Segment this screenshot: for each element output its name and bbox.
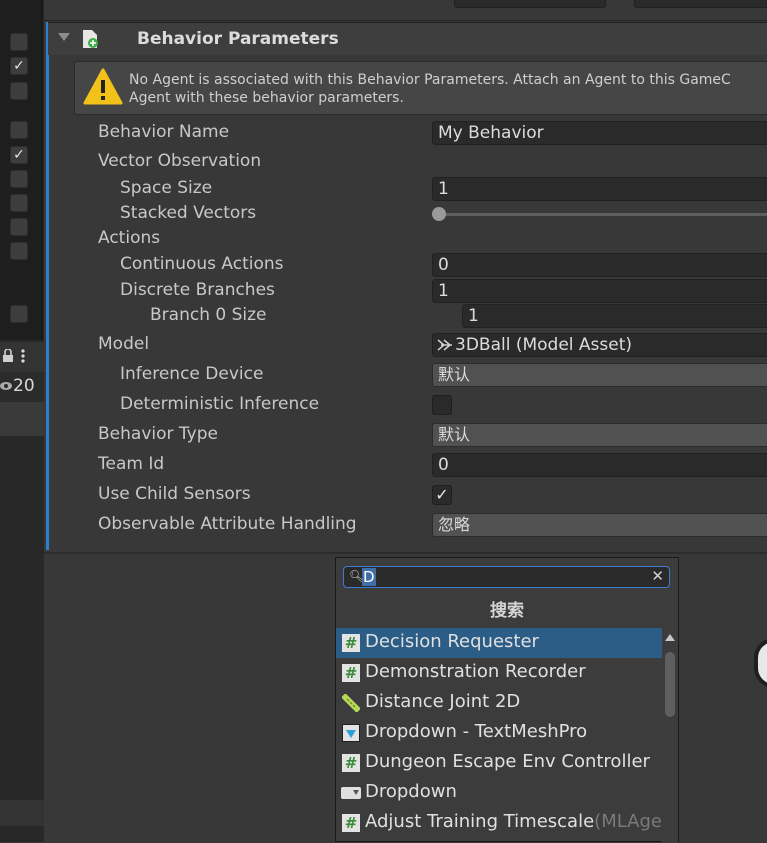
team-id-label: Team Id [98, 454, 165, 474]
model-label: Model [98, 334, 150, 354]
list-item-label: Dungeon Escape Env Controller [365, 751, 650, 772]
stacked-vectors-slider-thumb[interactable] [432, 207, 446, 221]
list-item[interactable]: # Adjust Training Timescale(MLAge [336, 808, 662, 838]
clear-search-icon[interactable]: ✕ [651, 567, 664, 585]
vector-observation-label[interactable]: Vector Observation [98, 151, 261, 171]
script-icon: # [342, 664, 360, 682]
visibility-row: 20 [0, 372, 44, 402]
inference-device-dropdown[interactable]: 默认 [432, 363, 767, 387]
inference-device-label: Inference Device [120, 364, 264, 384]
hierarchy-list: ✓ ✓ [0, 0, 43, 340]
script-icon: # [342, 814, 360, 832]
lock-icon[interactable] [2, 349, 14, 363]
branch0-size-field[interactable]: 1 [462, 304, 767, 328]
warning-icon [83, 68, 123, 105]
list-item-label: Dropdown - TextMeshPro [365, 721, 588, 742]
list-item[interactable]: # Dungeon Escape Env Controller [336, 748, 662, 778]
behavior-name-field[interactable]: My Behavior [432, 121, 767, 145]
row-checkbox[interactable] [10, 218, 28, 236]
branch0-size-label: Branch 0 Size [150, 305, 267, 325]
scroll-up-arrow-icon[interactable] [665, 634, 675, 641]
row-checkbox[interactable] [10, 170, 28, 188]
component-title: Behavior Parameters [137, 29, 339, 49]
use-child-sensors-label: Use Child Sensors [98, 484, 251, 504]
tmp-dropdown-icon [342, 724, 360, 742]
team-id-field[interactable]: 0 [432, 453, 767, 477]
row-checkbox[interactable] [10, 242, 28, 260]
deterministic-inference-label: Deterministic Inference [120, 394, 320, 414]
list-item-label: Demonstration Recorder [365, 661, 586, 682]
warning-helpbox: No Agent is associated with this Behavio… [74, 61, 767, 115]
row-checkbox[interactable] [10, 305, 28, 323]
list-item-label: Dropdown [365, 781, 457, 802]
search-input[interactable]: D [362, 568, 376, 586]
script-icon: # [342, 754, 360, 772]
list-item[interactable]: Distance Joint 2D [336, 688, 662, 718]
row-checkbox[interactable]: ✓ [10, 57, 28, 75]
model-value: 3DBall (Model Asset) [455, 335, 633, 355]
stacked-vectors-label: Stacked Vectors [120, 203, 257, 223]
list-item-label: Adjust Training Timescale(MLAge [365, 811, 662, 832]
discrete-branches-label: Discrete Branches [120, 280, 275, 300]
kebab-menu-icon[interactable] [20, 348, 26, 364]
hierarchy-footer [0, 800, 44, 826]
popup-title: 搜索 [490, 601, 524, 621]
behavior-type-dropdown[interactable]: 默认 [432, 423, 767, 447]
list-scrollbar[interactable] [662, 628, 678, 843]
row-checkbox[interactable] [10, 33, 28, 51]
behavior-name-label: Behavior Name [98, 122, 230, 142]
dropdown-icon [341, 787, 361, 799]
component-separator [44, 552, 767, 554]
row-checkbox[interactable] [10, 82, 28, 100]
add-component-popup: 🔍︎ D ✕ 搜索 # Decision Requester # Demonst… [335, 557, 679, 843]
discrete-branches-field[interactable]: 1 [432, 279, 767, 303]
observable-attribute-label: Observable Attribute Handling [98, 514, 357, 534]
component-list: # Decision Requester # Demonstration Rec… [336, 628, 662, 843]
previous-field[interactable] [454, 0, 606, 8]
actions-label[interactable]: Actions [98, 228, 160, 248]
scroll-thumb[interactable] [665, 652, 675, 717]
use-child-sensors-checkbox[interactable]: ✓ [432, 485, 452, 505]
list-item-label: Decision Requester [365, 631, 539, 652]
hierarchy-selected-row[interactable] [0, 402, 44, 436]
hierarchy-toolbar [0, 342, 44, 372]
row-checkbox[interactable] [10, 121, 28, 139]
space-size-label: Space Size [120, 178, 213, 198]
visibility-count: 20 [13, 376, 35, 396]
component-header[interactable]: Behavior Parameters [48, 22, 767, 55]
row-checkbox[interactable]: ✓ [10, 146, 28, 164]
warning-text: No Agent is associated with this Behavio… [129, 72, 731, 106]
behavior-type-label: Behavior Type [98, 424, 218, 444]
list-item-label: Distance Joint 2D [365, 691, 521, 712]
ruler-icon [342, 694, 360, 712]
script-icon: # [342, 634, 360, 652]
continuous-actions-field[interactable]: 0 [432, 253, 767, 277]
deterministic-inference-checkbox[interactable] [432, 395, 452, 415]
list-item[interactable]: Dropdown - TextMeshPro [336, 718, 662, 748]
search-field[interactable]: 🔍︎ D ✕ [343, 566, 670, 588]
observable-attribute-dropdown[interactable]: 忽略 [432, 513, 767, 537]
space-size-field[interactable]: 1 [432, 177, 767, 201]
list-item[interactable]: # Decision Requester [336, 628, 662, 658]
foldout-arrow-icon[interactable] [58, 33, 70, 41]
continuous-actions-label: Continuous Actions [120, 254, 284, 274]
selection-indicator [46, 22, 49, 550]
list-item[interactable]: # Demonstration Recorder [336, 658, 662, 688]
list-item[interactable]: Dropdown [336, 778, 662, 808]
previous-field[interactable] [634, 0, 767, 8]
model-object-field[interactable]: 3DBall (Model Asset) [432, 333, 767, 357]
previous-component-strip [44, 0, 767, 21]
script-add-icon [83, 30, 98, 48]
stacked-vectors-slider-track[interactable] [440, 213, 767, 216]
eye-icon[interactable] [0, 381, 12, 391]
row-checkbox[interactable] [10, 194, 28, 212]
model-asset-icon [437, 339, 452, 351]
